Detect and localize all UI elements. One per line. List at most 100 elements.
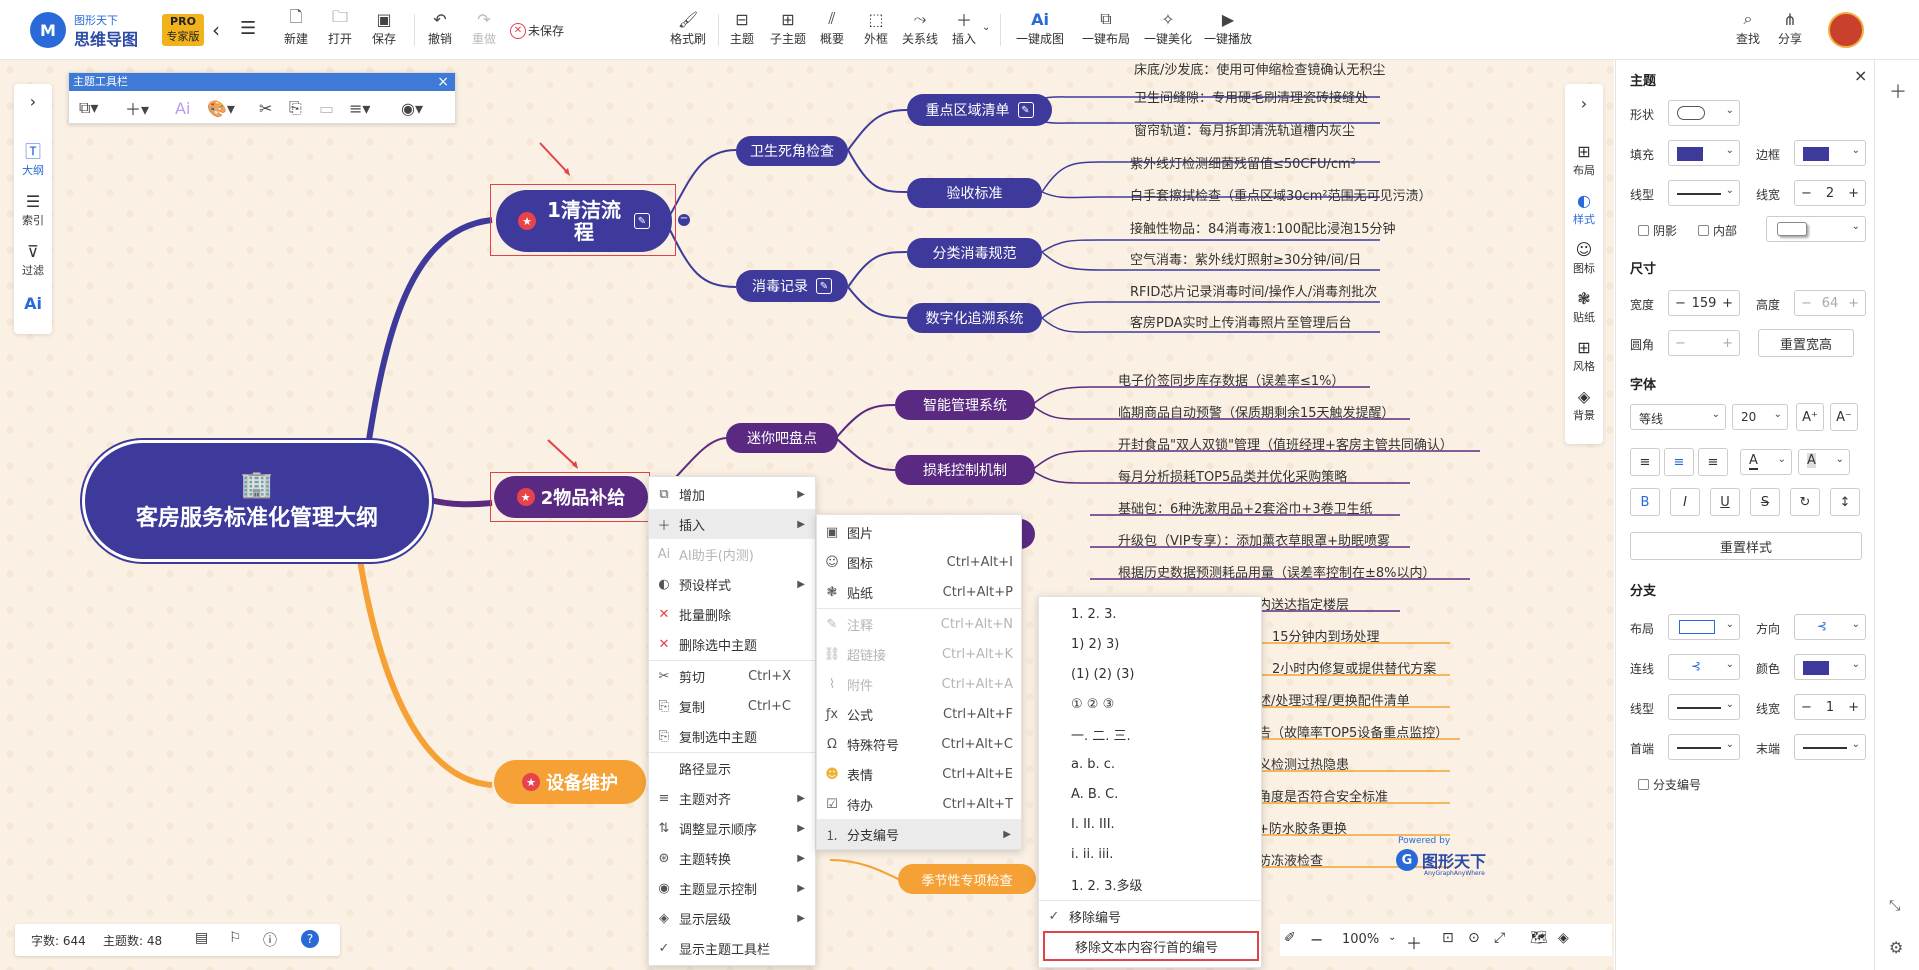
menu-item-branch-numbering[interactable]: ⒈ 分支编号 ▶	[817, 819, 1021, 849]
leaf-text[interactable]: 升级包（VIP专享）：添加薰衣草眼罩+助眠喷雾	[1118, 530, 1390, 549]
leaf-text[interactable]: 每月分析损耗TOP5品类并优化采购策略	[1118, 466, 1347, 485]
numbering-option[interactable]: I. II. III.	[1039, 809, 1261, 839]
remove-leading-number[interactable]: 移除文本内容行首的编号	[1043, 931, 1259, 961]
node-digital-trace[interactable]: 数字化追溯系统	[907, 303, 1042, 333]
leaf-text[interactable]: 临期商品自动预警（保质期剩余15天触发提醒）	[1118, 402, 1395, 421]
close-icon[interactable]: ×	[1854, 66, 1867, 85]
find-button[interactable]: ⌕ 查找	[1736, 8, 1760, 47]
align-right-button[interactable]: ≡	[1698, 448, 1728, 476]
leaf-text[interactable]: 2小时内修复或提供替代方案	[1272, 658, 1436, 677]
topic-button[interactable]: ⊟ 主题	[730, 8, 754, 47]
dock-item-sticker[interactable]: ❃ 贴纸	[1565, 289, 1603, 325]
node-loss-control[interactable]: 损耗控制机制	[895, 455, 1035, 485]
avatar[interactable]	[1828, 12, 1864, 48]
italic-button[interactable]: I	[1670, 488, 1700, 516]
ai-button[interactable]: Ai	[14, 294, 52, 314]
leaf-text[interactable]: 角度是否符合安全标准	[1258, 786, 1388, 805]
format-brush-button[interactable]: 🖌 格式刷	[670, 8, 706, 47]
leaf-text[interactable]: 述/处理过程/更换配件清单	[1258, 690, 1410, 709]
ai-map-button[interactable]: Ai 一键成图	[1016, 8, 1064, 47]
bold-button[interactable]: B	[1630, 488, 1660, 516]
palette-icon[interactable]: 🎨▾	[207, 97, 235, 119]
reset-style-button[interactable]: 重置样式	[1630, 532, 1862, 560]
undo-button[interactable]: ↶ 撤销	[428, 8, 452, 47]
menu-item-copy[interactable]: ⎘ 复制 Ctrl+C	[649, 691, 815, 721]
highlight-color-select[interactable]: A ⌄	[1798, 449, 1850, 475]
font-family-select[interactable]: 等线 ⌄	[1630, 404, 1726, 430]
numbering-option[interactable]: 一. 二. 三.	[1039, 719, 1261, 749]
leaf-text[interactable]: 客房PDA实时上传消毒照片至管理后台	[1130, 312, 1352, 331]
flag-icon[interactable]: ⚐	[229, 930, 242, 946]
plus-icon[interactable]: +	[1848, 186, 1859, 201]
frame-button[interactable]: ⬚ 外框	[864, 8, 888, 47]
node-sanitation[interactable]: 卫生死角检查	[736, 136, 848, 166]
leaf-text[interactable]: 开封食品"双人双锁"管理（值班经理+客房主管共同确认）	[1118, 434, 1453, 453]
image-icon[interactable]: ▭	[319, 97, 334, 119]
menu-item-batch-delete[interactable]: ✕ 批量删除	[649, 599, 815, 629]
share-button[interactable]: ⋔ 分享	[1778, 8, 1802, 47]
connector-select[interactable]: ⊰ ⌄	[1668, 654, 1740, 680]
edit-icon[interactable]: ✎	[816, 278, 832, 294]
menu-item-attachment[interactable]: ⌇ 附件 Ctrl+Alt+A	[817, 669, 1021, 699]
numbering-option[interactable]: (1) (2) (3)	[1039, 659, 1261, 689]
menu-item-icon[interactable]: ☺ 图标 Ctrl+Alt+I	[817, 547, 1021, 577]
zoom-out-icon[interactable]: −	[1310, 930, 1323, 949]
close-icon[interactable]: ×	[437, 73, 449, 91]
underline-button[interactable]: U	[1710, 488, 1740, 516]
node-smart-mgmt[interactable]: 智能管理系统	[895, 390, 1035, 420]
subtopic-button[interactable]: ⊞ 子主题	[770, 8, 806, 47]
menu-item-note[interactable]: ✎ 注释 Ctrl+Alt+N	[817, 609, 1021, 639]
zoom-in-icon[interactable]: ＋	[1406, 930, 1422, 954]
fullscreen-icon[interactable]: ⤢	[1494, 930, 1505, 946]
menu-item-image[interactable]: ▣ 图片	[817, 517, 1021, 547]
branch-color-select[interactable]: ⌄	[1794, 654, 1866, 680]
scissors-icon[interactable]: ✂	[259, 97, 272, 119]
pen-icon[interactable]: ✐	[1284, 930, 1296, 946]
align-icon[interactable]: ≡▾	[349, 97, 370, 119]
menu-item-preset-style[interactable]: ◐ 预设样式 ▶	[649, 569, 815, 599]
font-size-select[interactable]: 20 ⌄	[1732, 404, 1788, 430]
branch-numbering-checkbox[interactable]: 分支编号	[1638, 776, 1701, 793]
ai-icon[interactable]: Ai	[175, 97, 190, 119]
text-direction-button[interactable]: ↕	[1830, 488, 1860, 516]
font-decrease-button[interactable]: A⁻	[1830, 403, 1858, 431]
leaf-text[interactable]: 电子价签同步库存数据（误差率≤1%）	[1118, 370, 1345, 389]
eye-icon[interactable]: ◉▾	[401, 97, 423, 119]
layers-icon[interactable]: ◈	[1558, 930, 1569, 946]
plus-icon[interactable]: +	[1722, 296, 1733, 311]
minus-icon[interactable]: −	[1675, 296, 1686, 311]
copy-icon[interactable]: ⎘	[289, 97, 302, 119]
node-minibar[interactable]: 迷你吧盘点	[726, 423, 838, 453]
leaf-text[interactable]: 接触性物品：84消毒液1:100配比浸泡15分钟	[1130, 218, 1396, 237]
menu-icon[interactable]: ☰	[240, 18, 256, 39]
menu-item-copy-selected[interactable]: ⎘ 复制选中主题	[649, 721, 815, 751]
tail-select[interactable]: ⌄	[1794, 734, 1866, 760]
leaf-text[interactable]: 根据历史数据预测耗品用量（误差率控制在±8%以内）	[1118, 562, 1436, 581]
plus-icon[interactable]: ＋	[1889, 78, 1907, 104]
numbering-option[interactable]: a. b. c.	[1039, 749, 1261, 779]
help-icon[interactable]: ?	[301, 930, 319, 948]
numbering-option[interactable]: i. ii. iii.	[1039, 839, 1261, 869]
redo-button[interactable]: ↷ 重做	[472, 8, 496, 47]
plus-icon[interactable]: ＋▾	[125, 97, 149, 119]
chevron-down-icon[interactable]: ⌄	[982, 22, 990, 33]
numbering-option[interactable]: 1. 2. 3.	[1039, 599, 1261, 629]
leaf-text[interactable]: 卫生间缝隙：专用硬毛刷清理瓷砖接缝处	[1134, 87, 1368, 106]
direction-select[interactable]: ⊰ ⌄	[1794, 614, 1866, 640]
dock-item-icon[interactable]: ☺ 图标	[1565, 240, 1603, 276]
dock-item-style[interactable]: ◐ 样式	[1565, 191, 1603, 227]
dock-item-layout[interactable]: ⊞ 布局	[1565, 142, 1603, 178]
info-icon[interactable]: ⓘ	[263, 930, 277, 950]
node-disinfection-record[interactable]: 消毒记录 ✎	[736, 270, 848, 302]
font-color-select[interactable]: A ⌄	[1740, 449, 1792, 475]
branch-layout-select[interactable]: ⌄	[1668, 614, 1740, 640]
leaf-text[interactable]: 义检测过热隐患	[1258, 754, 1349, 773]
line-type-select[interactable]: ⌄	[1668, 180, 1740, 206]
menu-item-sticker[interactable]: ❃ 贴纸 Ctrl+Alt+P	[817, 577, 1021, 607]
sidebar-item-filter[interactable]: ⊽ 过滤	[14, 242, 52, 278]
shadow-checkbox[interactable]: 阴影	[1638, 222, 1677, 239]
numbering-option[interactable]: ① ② ③	[1039, 689, 1261, 719]
insert-button[interactable]: ＋ 插入	[952, 8, 976, 47]
menu-item-insert[interactable]: ＋ 插入 ▶	[649, 509, 815, 539]
menu-item-special-symbol[interactable]: Ω 特殊符号 Ctrl+Alt+C	[817, 729, 1021, 759]
